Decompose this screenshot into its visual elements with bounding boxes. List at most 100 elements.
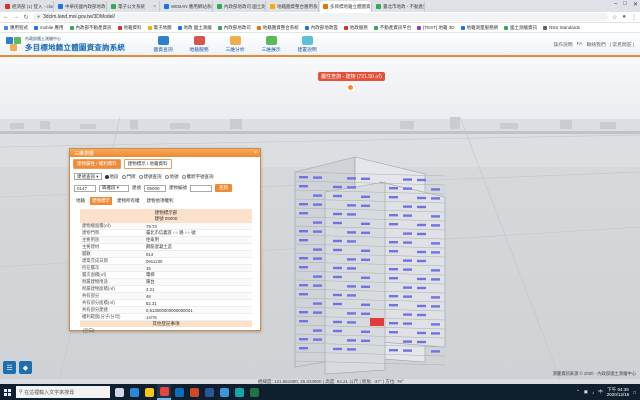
dialog-tab[interactable]: 建物標示 / 地籍資料 [123, 159, 172, 169]
map-3d-view[interactable]: 屬性查詢 - 建物 (721.50 ㎡) 三維測量 × 建物屬性 / 權利資料建… [0, 57, 640, 379]
window-mark [313, 329, 322, 332]
bookmark-item[interactable]: NSS Standards [543, 25, 580, 30]
browser-tab[interactable]: 中華民國內政部地政司 - 不動產× [55, 1, 107, 12]
notification-icon[interactable]: □ [633, 390, 636, 395]
query-type-select[interactable]: 建號查詢 ▾ [74, 173, 102, 180]
menu-item-0[interactable]: 圖資查詢 [147, 35, 179, 53]
clock[interactable]: 下午 04:39 2020/12/16 [607, 387, 630, 397]
table-row: 共有部分建號 0,513000000000000001 [80, 306, 252, 314]
attr-value: 014 [144, 250, 252, 258]
start-button[interactable] [0, 384, 14, 400]
profile-icon[interactable]: ● [622, 14, 626, 21]
bookmark-item[interactable]: mobile 應用 [34, 25, 64, 31]
bookmark-item[interactable]: 國土測繪資訊 [504, 25, 537, 31]
result-subtab[interactable]: 建物標示 [90, 197, 112, 205]
location-pin-icon[interactable] [347, 84, 354, 91]
query-mode-radio[interactable]: 地號 [164, 174, 179, 180]
browser-tab[interactable]: 多目標地籍立體圖資查詢系統× [320, 1, 372, 12]
close-icon[interactable]: ✕ [633, 1, 638, 8]
favicon-icon [323, 4, 328, 9]
attr-value: 52.31 [144, 299, 252, 307]
taskbar-app-word[interactable] [202, 384, 216, 400]
maximize-icon[interactable]: □ [623, 1, 627, 8]
bookmark-item[interactable]: 地籍圖資整合系統 [256, 25, 299, 31]
building-number-input[interactable]: 05000 [144, 184, 166, 192]
dialog-close-icon[interactable]: × [254, 150, 257, 156]
menu-item-3[interactable]: 三維展示 [255, 35, 287, 53]
sub-number-input[interactable] [190, 184, 212, 192]
reload-icon[interactable]: ↻ [23, 14, 29, 21]
selected-unit[interactable] [370, 318, 384, 326]
header-link[interactable]: | 常見問答 | [610, 41, 634, 48]
chevron-up-icon[interactable]: ⌃ [576, 389, 580, 395]
bookmark-item[interactable]: [TEST] 地籍 3D [417, 25, 455, 31]
attr-key: 附屬建物面積(㎡) [80, 285, 144, 293]
back-icon[interactable]: ← [3, 14, 9, 20]
bookmark-item[interactable]: 地政 國土測繪 [177, 25, 212, 31]
forward-icon[interactable]: → [13, 14, 19, 20]
volume-icon[interactable]: ♪ [592, 390, 594, 395]
bookmark-item[interactable]: 內政部地政司 [217, 25, 251, 31]
bookmark-item[interactable]: 內政部地政雲 [304, 25, 338, 31]
taskbar-app-explorer[interactable] [142, 384, 156, 400]
basemap-icon[interactable]: ◆ [19, 361, 32, 374]
taskbar-app-task-view[interactable] [112, 384, 126, 400]
taskbar-app-outlook[interactable] [172, 384, 186, 400]
tab-close-icon[interactable]: × [151, 4, 156, 10]
dialog-tab[interactable]: 建物屬性 / 權利資料 [73, 159, 121, 169]
favicon-icon [111, 4, 116, 9]
menu-item-1[interactable]: 地籍服務 [183, 35, 215, 53]
bookmark-label: 電子地圖 [153, 24, 172, 30]
site-title: 多目標地籍立體圖資查詢系統 [25, 42, 126, 52]
taskbar-app-app-teal[interactable] [232, 384, 246, 400]
window-mark [389, 268, 398, 271]
browser-tab[interactable]: 經濟部 (1) 登入 - cloud× [2, 1, 54, 12]
menu-icon[interactable]: ⋮ [631, 14, 637, 21]
bookmark-item[interactable]: 電子地圖 [147, 24, 172, 31]
menu-item-4[interactable]: 建置說明 [291, 35, 323, 53]
browser-tab[interactable]: 內政部地政司 國土測繪中心× [214, 1, 266, 12]
selected-marker-label[interactable]: 屬性查詢 - 建物 (721.50 ㎡) [318, 72, 385, 81]
header-link[interactable]: 聯絡我們 [586, 41, 605, 48]
taskbar-app-chrome[interactable] [157, 384, 171, 400]
minimize-icon[interactable]: – [614, 1, 617, 8]
result-subtab[interactable]: 建物所有權 [115, 197, 142, 205]
menu-item-2[interactable]: 三維分析 [219, 35, 251, 53]
header-link[interactable]: FA [577, 42, 583, 47]
bookmark-item[interactable]: 地政服務 [343, 25, 368, 31]
bookmark-item[interactable]: 不動產資訊平台 [373, 25, 411, 31]
taskbar-search-input[interactable]: ⚲ 在這裡輸入文字來搜尋 [16, 386, 110, 398]
query-button[interactable]: 查詢 [215, 184, 232, 192]
network-icon[interactable]: ▣ [584, 389, 588, 395]
dialog-titlebar[interactable]: 三維測量 × [70, 149, 260, 157]
layers-icon[interactable]: ☰ [3, 361, 16, 374]
result-subtab[interactable]: 地籍 [74, 197, 87, 205]
building-3d-model[interactable] [285, 152, 450, 377]
header-link[interactable]: 操作說明 [553, 41, 572, 48]
url-input[interactable]: ● 3dclm.land.moi.gov.tw/3DModel/ [33, 13, 608, 21]
bookmark-item[interactable]: 地籍測量服務網 [460, 24, 499, 31]
taskbar-app-app-blue[interactable] [217, 384, 231, 400]
section-code-input[interactable]: 0147 [74, 184, 96, 192]
section-name-select[interactable]: 興雅段 ▾ [99, 184, 129, 192]
bookmark-item[interactable]: 內政部不動產資訊 [69, 25, 112, 31]
query-mode-radio[interactable]: 建號查詢 [138, 174, 162, 180]
query-mode-radio[interactable]: 權狀字號查詢 [181, 174, 214, 180]
taskbar-app-powerpoint[interactable] [187, 384, 201, 400]
input-language[interactable]: 中 [598, 389, 603, 395]
site-logo[interactable]: 內政部國土測繪中心 多目標地籍立體圖資查詢系統 [6, 36, 125, 53]
taskbar-app-excel[interactable] [247, 384, 261, 400]
browser-tab[interactable]: 電子公文系統 × [108, 1, 160, 12]
bookmark-item[interactable]: 地籍資料 [117, 25, 142, 31]
query-mode-radio[interactable]: 地段 [104, 174, 119, 180]
bookmark-label: 地籍測量服務網 [466, 24, 499, 30]
query-mode-radio[interactable]: 門牌 [121, 174, 136, 180]
star-icon[interactable]: ☆ [612, 14, 617, 21]
taskbar-app-edge[interactable] [127, 384, 141, 400]
browser-tab[interactable]: 臺北市地政 - 不動產資訊查詢× [373, 1, 425, 12]
browser-tab[interactable]: WEBAN 應用網站系統× [161, 1, 213, 12]
result-subtab[interactable]: 建物他項權利 [145, 197, 176, 205]
bookmark-item[interactable]: 應用程式 [4, 25, 28, 31]
windows-logo-icon [3, 388, 11, 396]
browser-tab[interactable]: 地籍圖資整合應用系統× [267, 1, 319, 12]
